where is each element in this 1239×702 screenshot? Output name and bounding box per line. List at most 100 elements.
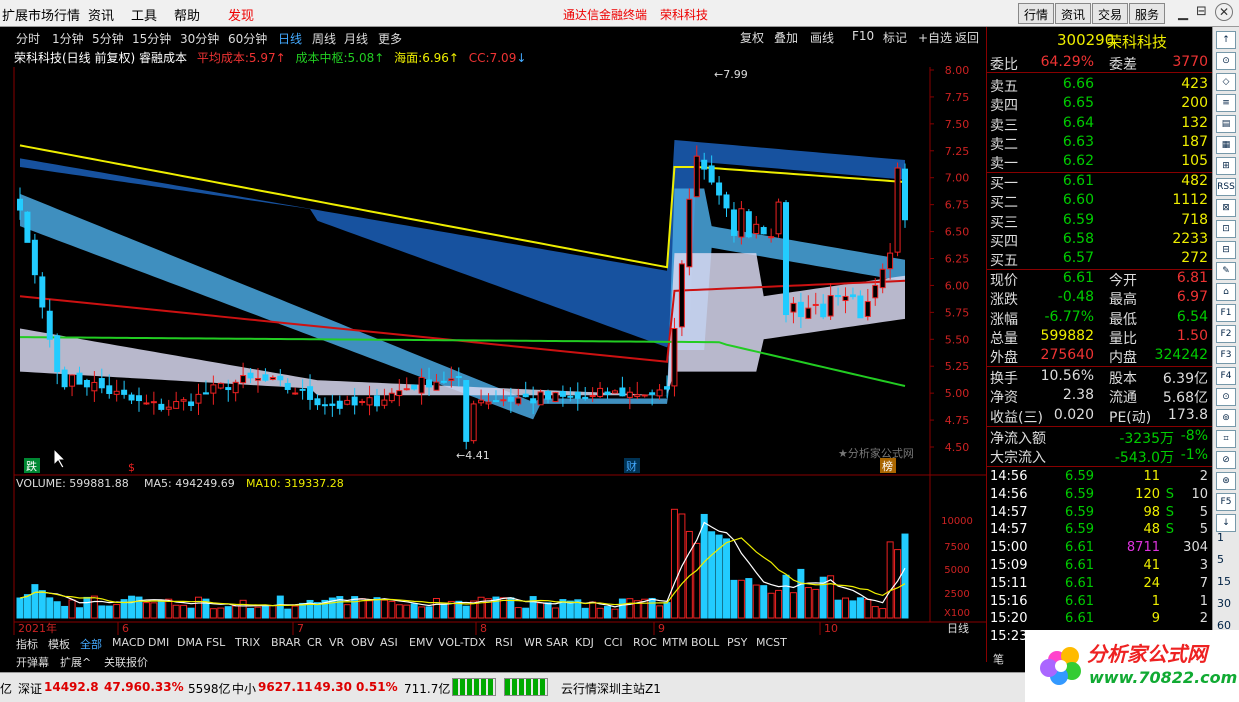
indicator-tab-12[interactable]: ASI: [380, 636, 398, 649]
indicator-tab-23[interactable]: PSY: [727, 636, 747, 649]
side-tool-icon[interactable]: ⊘: [1216, 451, 1236, 469]
period-tab-1[interactable]: 1分钟: [52, 30, 84, 47]
stat-label: 量比: [1109, 330, 1137, 347]
side-tool-icon[interactable]: ≡: [1216, 94, 1236, 112]
side-tool-icon[interactable]: ↓: [1216, 514, 1236, 532]
toolbar-button-5[interactable]: +自选: [918, 29, 952, 46]
restore-icon[interactable]: ⊟: [1196, 4, 1207, 19]
side-period-label[interactable]: 30: [1217, 597, 1231, 610]
minimize-icon[interactable]: ▁: [1178, 6, 1188, 21]
tag-finance[interactable]: 财: [626, 459, 637, 473]
indicator-tab-16[interactable]: WR: [524, 636, 543, 649]
stat-row: 净资 2.38 流通 5.68亿: [987, 386, 1212, 406]
side-tool-icon[interactable]: ▦: [1216, 136, 1236, 154]
indicator-tab-18[interactable]: KDJ: [575, 636, 594, 649]
indicator-tab-8[interactable]: BRAR: [271, 636, 301, 649]
indicator-tab-6[interactable]: FSL: [206, 636, 225, 649]
period-tab-6[interactable]: 日线: [278, 30, 302, 47]
toolbar-button-0[interactable]: 复权: [740, 29, 764, 46]
tag-die[interactable]: 跌: [26, 459, 37, 473]
indicator-tab-17[interactable]: SAR: [546, 636, 568, 649]
indicator-tab-21[interactable]: MTM: [662, 636, 688, 649]
indicator-tab-0[interactable]: 指标: [16, 636, 38, 652]
side-tool-icon[interactable]: ⊙: [1216, 388, 1236, 406]
period-tab-4[interactable]: 30分钟: [180, 30, 219, 47]
zx-index-amount: 711.7亿: [404, 682, 451, 696]
pen-icon[interactable]: 笔: [993, 651, 1004, 667]
server-name[interactable]: 云行情深圳主站Z1: [561, 680, 661, 697]
tick-time: 15:16: [990, 593, 1028, 609]
price-tick-label: 7.75: [945, 91, 970, 104]
date-label: 6: [122, 622, 129, 635]
period-tab-0[interactable]: 分时: [16, 30, 40, 47]
side-tool-icon[interactable]: ◇: [1216, 73, 1236, 91]
side-tool-icon[interactable]: ⊚: [1216, 409, 1236, 427]
toolbar-button-1[interactable]: 叠加: [774, 29, 798, 46]
indicator-tab-4[interactable]: DMI: [148, 636, 169, 649]
quote-button[interactable]: 行情: [1018, 3, 1055, 24]
indicator-tab-5[interactable]: DMA: [177, 636, 203, 649]
indicator-tab-2[interactable]: 全部: [80, 636, 102, 652]
side-tool-icon[interactable]: ⊡: [1216, 220, 1236, 238]
indicator-tab-20[interactable]: ROC: [633, 636, 657, 649]
indicator-tab-19[interactable]: CCI: [604, 636, 623, 649]
side-period-label[interactable]: 5: [1217, 553, 1224, 566]
side-tool-icon[interactable]: ✎: [1216, 262, 1236, 280]
side-period-label[interactable]: 1: [1217, 531, 1224, 544]
indicator-tab-11[interactable]: OBV: [351, 636, 374, 649]
side-tool-icon[interactable]: F1: [1216, 304, 1236, 322]
side-tool-icon[interactable]: ⊙: [1216, 52, 1236, 70]
bid-row: 买四 6.58 2233: [987, 230, 1212, 250]
indicator-tab-9[interactable]: CR: [307, 636, 322, 649]
ma5-label: MA5: 494249.69: [144, 477, 235, 490]
side-period-label[interactable]: 15: [1217, 575, 1231, 588]
side-tool-icon[interactable]: ▤: [1216, 115, 1236, 133]
kline-chart[interactable]: 8.00 7.75 7.50 7.25 7.00 6.75 6.50 6.25 6.00 5.75…: [0, 0, 986, 672]
related-quotes-toggle[interactable]: 关联报价: [104, 654, 148, 670]
indicator-tab-13[interactable]: EMV: [409, 636, 433, 649]
volume-bar: [299, 602, 307, 619]
close-icon[interactable]: ✕: [1215, 3, 1233, 21]
tick-side: S: [1165, 486, 1174, 502]
indicator-tab-1[interactable]: 模板: [48, 636, 70, 652]
news-button[interactable]: 资讯: [1055, 3, 1092, 24]
indicator-tab-7[interactable]: TRIX: [235, 636, 260, 649]
indicator-tab-15[interactable]: RSI: [495, 636, 513, 649]
candle-body: [277, 375, 284, 381]
period-tab-7[interactable]: 周线: [312, 30, 336, 47]
danmaku-toggle[interactable]: 开弹幕: [16, 654, 49, 670]
indicator-tab-22[interactable]: BOLL: [691, 636, 719, 649]
period-tab-3[interactable]: 15分钟: [132, 30, 171, 47]
bid-label: 买三: [990, 214, 1018, 231]
quote-header: 300290 荣科科技: [987, 30, 1212, 51]
tag-ranking[interactable]: 榜: [882, 459, 893, 473]
indicator-tab-3[interactable]: MACD: [112, 636, 145, 649]
toolbar-button-3[interactable]: F10: [852, 29, 874, 43]
toolbar-button-4[interactable]: 标记: [883, 29, 907, 46]
expand-toggle[interactable]: 扩展^: [60, 654, 91, 670]
trade-button[interactable]: 交易: [1092, 3, 1129, 24]
tag-dividend[interactable]: $: [128, 461, 135, 474]
side-tool-icon[interactable]: F2: [1216, 325, 1236, 343]
period-tab-5[interactable]: 60分钟: [228, 30, 267, 47]
side-tool-icon[interactable]: ⌗: [1216, 430, 1236, 448]
side-tool-icon[interactable]: ⊠: [1216, 199, 1236, 217]
side-tool-icon[interactable]: ⊛: [1216, 472, 1236, 490]
side-tool-icon[interactable]: F4: [1216, 367, 1236, 385]
side-tool-icon[interactable]: ⊟: [1216, 241, 1236, 259]
toolbar-button-6[interactable]: 返回: [955, 29, 979, 46]
toolbar-button-2[interactable]: 画线: [810, 29, 834, 46]
side-tool-icon[interactable]: F3: [1216, 346, 1236, 364]
side-tool-icon[interactable]: RSS: [1216, 178, 1236, 196]
side-tool-icon[interactable]: ⊞: [1216, 157, 1236, 175]
side-tool-icon[interactable]: ↑: [1216, 31, 1236, 49]
side-tool-icon[interactable]: ⌂: [1216, 283, 1236, 301]
indicator-tab-10[interactable]: VR: [329, 636, 344, 649]
indicator-tab-24[interactable]: MCST: [756, 636, 787, 649]
indicator-tab-14[interactable]: VOL-TDX: [438, 636, 486, 649]
service-button[interactable]: 服务: [1129, 3, 1166, 24]
period-tab-2[interactable]: 5分钟: [92, 30, 124, 47]
period-tab-9[interactable]: 更多: [378, 30, 402, 47]
side-tool-icon[interactable]: F5: [1216, 493, 1236, 511]
period-tab-8[interactable]: 月线: [344, 30, 368, 47]
